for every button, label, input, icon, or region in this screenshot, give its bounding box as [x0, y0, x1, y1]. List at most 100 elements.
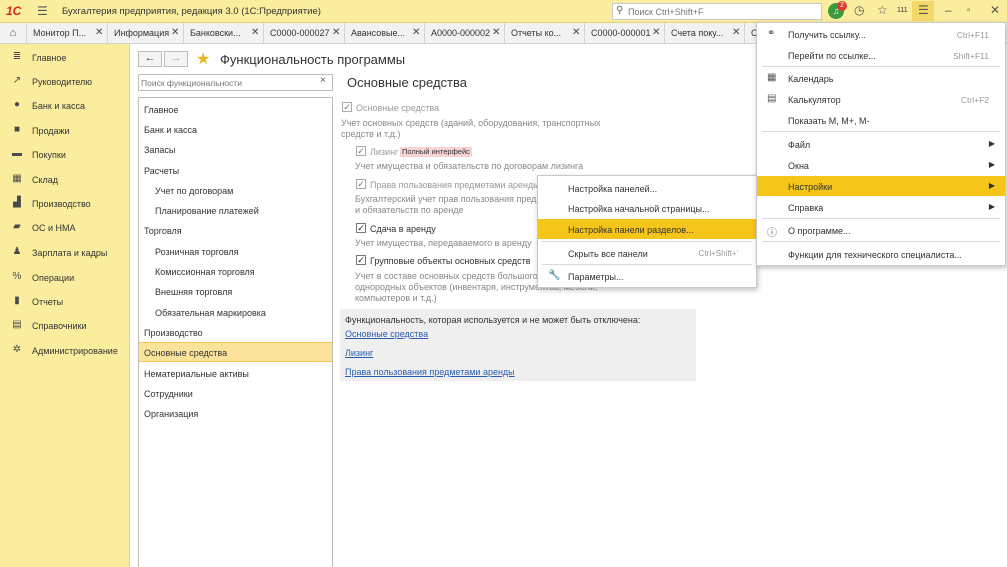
tab-6[interactable]: А0000-000002 ✕: [424, 23, 504, 43]
list-item-label: Нематериальные активы: [144, 369, 249, 379]
menu-item-settings[interactable]: Настройки ▶: [757, 176, 1005, 196]
list-item[interactable]: Розничная торговля: [139, 241, 332, 261]
tab-1[interactable]: Монитор П... ✕: [26, 23, 107, 43]
close-tab-icon[interactable]: ✕: [332, 27, 340, 38]
menu-item-about[interactable]: ⓘ О программе...: [757, 220, 1005, 240]
sidebar-item-production[interactable]: ▟ Производство: [0, 194, 130, 214]
close-icon[interactable]: ✕: [990, 3, 1000, 17]
menu-item-label: Настройка начальной страницы...: [568, 204, 710, 214]
close-tab-icon[interactable]: ✕: [732, 27, 740, 38]
close-tab-icon[interactable]: ✕: [492, 27, 500, 38]
menu-item-show-memory[interactable]: Показать М, М+, М-: [757, 110, 1005, 130]
sidebar-item-main[interactable]: ≣ Главное: [0, 48, 130, 68]
menu-item-parameters[interactable]: 🔧 Параметры...: [538, 266, 756, 286]
back-button[interactable]: ←: [138, 51, 162, 67]
forward-button[interactable]: →: [164, 51, 188, 67]
list-item[interactable]: Учет по договорам: [139, 180, 332, 200]
sidebar-item-admin[interactable]: ✲ Администрирование: [0, 341, 130, 361]
list-item[interactable]: Главное: [139, 99, 332, 119]
sidebar-item-label: Покупки: [32, 150, 66, 160]
sidebar-item-operations[interactable]: % Операции: [0, 268, 130, 288]
global-search-input[interactable]: [628, 5, 818, 18]
group-objects-checkbox[interactable]: ✓: [356, 255, 366, 265]
tab-2[interactable]: Информация ✕: [107, 23, 183, 43]
person-icon: ♟: [12, 246, 22, 257]
list-item[interactable]: Внешняя торговля: [139, 281, 332, 301]
close-tab-icon[interactable]: ✕: [412, 27, 420, 38]
sidebar-item-label: Администрирование: [32, 346, 118, 356]
os-checkbox[interactable]: ✓: [342, 102, 352, 112]
sidebar-item-label: Справочники: [32, 321, 87, 331]
sidebar-item-bank[interactable]: ● Банк и касса: [0, 96, 130, 116]
list-item[interactable]: Организация: [139, 403, 332, 423]
rent-checkbox[interactable]: ✓: [356, 223, 366, 233]
minimize-icon[interactable]: –: [945, 3, 952, 17]
menu-item-get-link[interactable]: ⚭ Получить ссылку... Ctrl+F11: [757, 24, 1005, 44]
menu-item-file[interactable]: Файл ▶: [757, 134, 1005, 154]
submenu-arrow-icon: ▶: [988, 202, 995, 211]
functionality-search-input[interactable]: [141, 76, 316, 89]
link-leasing[interactable]: Лизинг: [345, 348, 373, 358]
list-item-label: Организация: [144, 409, 199, 419]
restore-icon[interactable]: ▫: [967, 5, 971, 16]
sidebar-item-reports[interactable]: ▮ Отчеты: [0, 292, 130, 312]
hamburger-menu-icon[interactable]: ☰: [37, 4, 48, 18]
clear-search-icon[interactable]: ×: [320, 75, 326, 86]
close-tab-icon[interactable]: ✕: [171, 27, 179, 38]
home-icon[interactable]: ⌂: [0, 23, 26, 43]
menu-item-calculator[interactable]: ▤ Калькулятор Ctrl+F2: [757, 89, 1005, 109]
list-item[interactable]: Комиссионная торговля: [139, 261, 332, 281]
close-tab-icon[interactable]: ✕: [652, 27, 660, 38]
close-tab-icon[interactable]: ✕: [95, 27, 103, 38]
sidebar-item-sales[interactable]: ■ Продажи: [0, 121, 130, 141]
tab-3[interactable]: Банковски... ✕: [183, 23, 263, 43]
menu-item-sections-panel-settings[interactable]: Настройка панели разделов...: [538, 219, 756, 239]
tab-9[interactable]: Счета поку... ✕: [664, 23, 744, 43]
list-item[interactable]: Расчеты: [139, 160, 332, 180]
leasing-checkbox[interactable]: ✓: [356, 146, 366, 156]
global-search[interactable]: ⚲: [612, 3, 822, 20]
tab-8[interactable]: С0000-000001 ✕: [584, 23, 664, 43]
tab-4[interactable]: С0000-000027 ✕: [263, 23, 344, 43]
list-item[interactable]: Запасы: [139, 139, 332, 159]
tab-7[interactable]: Отчеты ко... ✕: [504, 23, 584, 43]
menu-item-windows[interactable]: Окна ▶: [757, 155, 1005, 175]
menu-item-panels-settings[interactable]: Настройка панелей...: [538, 178, 756, 198]
functionality-search[interactable]: ×: [138, 74, 333, 91]
menu-item-label: Перейти по ссылке...: [788, 51, 876, 61]
close-tab-icon[interactable]: ✕: [251, 27, 259, 38]
list-item-selected[interactable]: Основные средства: [139, 342, 332, 362]
list-item[interactable]: Сотрудники: [139, 383, 332, 403]
list-item[interactable]: Планирование платежей: [139, 200, 332, 220]
sidebar-item-references[interactable]: ▤ Справочники: [0, 316, 130, 336]
history-icon[interactable]: ◷: [854, 3, 864, 17]
sidebar-item-label: Главное: [32, 53, 67, 63]
rights-checkbox[interactable]: ✓: [356, 179, 366, 189]
link-os[interactable]: Основные средства: [345, 329, 428, 339]
list-item[interactable]: Банк и касса: [139, 119, 332, 139]
favorites-star-icon[interactable]: ☆: [877, 3, 888, 17]
sidebar-item-manager[interactable]: ↗ Руководителю: [0, 72, 130, 92]
menu-item-go-to-link[interactable]: Перейти по ссылке... Shift+F11: [757, 45, 1005, 65]
list-item[interactable]: Обязательная маркировка: [139, 302, 332, 322]
sidebar-item-salary[interactable]: ♟ Зарплата и кадры: [0, 243, 130, 263]
link-rights[interactable]: Права пользования предметами аренды: [345, 367, 515, 377]
os-description-line-2: средств и т.д.): [341, 129, 401, 139]
sidebar-item-warehouse[interactable]: ▦ Склад: [0, 170, 130, 190]
sidebar-item-label: Отчеты: [32, 297, 64, 307]
list-item[interactable]: Нематериальные активы: [139, 363, 332, 383]
menu-item-tech-functions[interactable]: Функции для технического специалиста...: [757, 244, 1005, 264]
close-tab-icon[interactable]: ✕: [572, 27, 580, 38]
gear-icon: ✲: [12, 344, 22, 355]
list-item[interactable]: Производство: [139, 322, 332, 342]
sidebar-item-purchases[interactable]: ▬ Покупки: [0, 145, 130, 165]
list-item[interactable]: Торговля: [139, 220, 332, 240]
tab-5[interactable]: Авансовые... ✕: [344, 23, 424, 43]
menu-item-help[interactable]: Справка ▶: [757, 197, 1005, 217]
menu-item-calendar[interactable]: ▦ Календарь: [757, 68, 1005, 88]
calculator-icon: ▤: [767, 93, 777, 104]
sidebar-item-assets[interactable]: ▰ ОС и НМА: [0, 218, 130, 238]
menu-item-hide-panels[interactable]: Скрыть все панели Ctrl+Shift+': [538, 243, 756, 263]
favorite-star-icon[interactable]: ★: [196, 49, 210, 69]
menu-item-start-page-settings[interactable]: Настройка начальной страницы...: [538, 198, 756, 218]
